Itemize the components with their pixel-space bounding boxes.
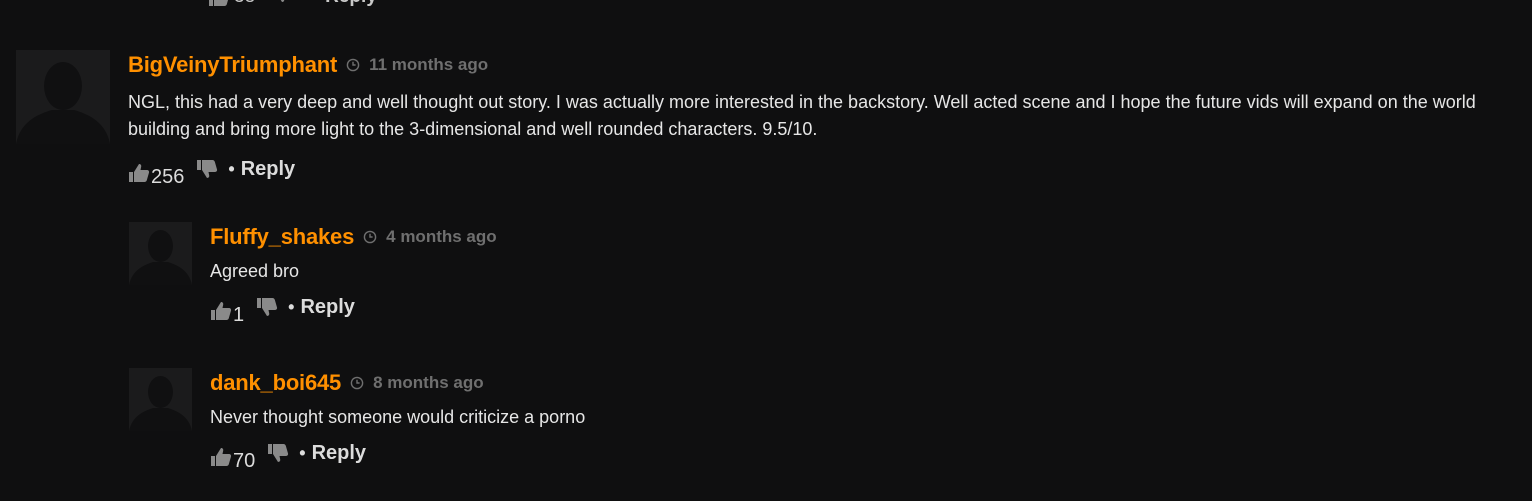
thumb-down-icon[interactable] bbox=[196, 159, 218, 179]
username[interactable]: Fluffy_shakes bbox=[210, 224, 354, 250]
like-count: 1 bbox=[233, 304, 245, 326]
timestamp: 11 months ago bbox=[369, 55, 489, 74]
reply-link[interactable]: Reply bbox=[325, 0, 377, 8]
clock-icon bbox=[350, 376, 364, 390]
comment-header: dank_boi645 8 months ago bbox=[210, 368, 1410, 398]
comments-section: 38 Reply BigVeinyTriumphant 11 months ag… bbox=[0, 0, 1532, 501]
like-count: 256 bbox=[151, 166, 185, 188]
comment-actions: 256 • Reply bbox=[128, 157, 1518, 187]
thumb-down-icon[interactable] bbox=[271, 0, 293, 3]
default-avatar-icon[interactable] bbox=[16, 50, 110, 144]
comment-body: BigVeinyTriumphant 11 months ago NGL, th… bbox=[128, 50, 1518, 187]
username[interactable]: dank_boi645 bbox=[210, 370, 341, 396]
like-count: 70 bbox=[233, 450, 256, 472]
comment-body: dank_boi645 8 months ago Never thought s… bbox=[210, 368, 1410, 471]
separator-dot: • bbox=[299, 443, 306, 463]
reply-link[interactable]: Reply bbox=[300, 296, 354, 319]
thumb-down-icon[interactable] bbox=[256, 297, 278, 317]
comment-text: Never thought someone would criticize a … bbox=[210, 407, 586, 427]
reply-link[interactable]: Reply bbox=[312, 442, 366, 465]
comment-header: Fluffy_shakes 4 months ago bbox=[210, 222, 1410, 252]
clock-icon bbox=[363, 230, 377, 244]
comment-text: NGL, this had a very deep and well thoug… bbox=[128, 92, 1476, 139]
thumb-up-icon[interactable] bbox=[128, 163, 150, 183]
comment-text: Agreed bro bbox=[210, 261, 300, 281]
thumb-up-icon[interactable] bbox=[210, 301, 232, 321]
username[interactable]: BigVeinyTriumphant bbox=[128, 52, 337, 78]
comment-body: Fluffy_shakes 4 months ago Agreed bro 1 … bbox=[210, 222, 1410, 325]
timestamp: 4 months ago bbox=[386, 227, 497, 246]
comment-actions: 70 • Reply bbox=[210, 441, 1410, 471]
default-avatar-icon[interactable] bbox=[129, 222, 192, 285]
separator-dot: • bbox=[228, 159, 235, 179]
separator-dot: • bbox=[288, 297, 295, 317]
comment-header: BigVeinyTriumphant 11 months ago bbox=[128, 50, 1518, 80]
timestamp: 8 months ago bbox=[373, 373, 484, 392]
clock-icon bbox=[346, 58, 360, 72]
thumb-up-icon[interactable] bbox=[208, 0, 230, 7]
reply-link[interactable]: Reply bbox=[241, 158, 295, 181]
default-avatar-icon[interactable] bbox=[129, 368, 192, 431]
previous-comment-actions: 38 Reply bbox=[208, 0, 377, 8]
thumb-up-icon[interactable] bbox=[210, 447, 232, 467]
like-count: 38 bbox=[234, 0, 255, 8]
thumb-down-icon[interactable] bbox=[267, 443, 289, 463]
comment-actions: 1 • Reply bbox=[210, 295, 1410, 325]
